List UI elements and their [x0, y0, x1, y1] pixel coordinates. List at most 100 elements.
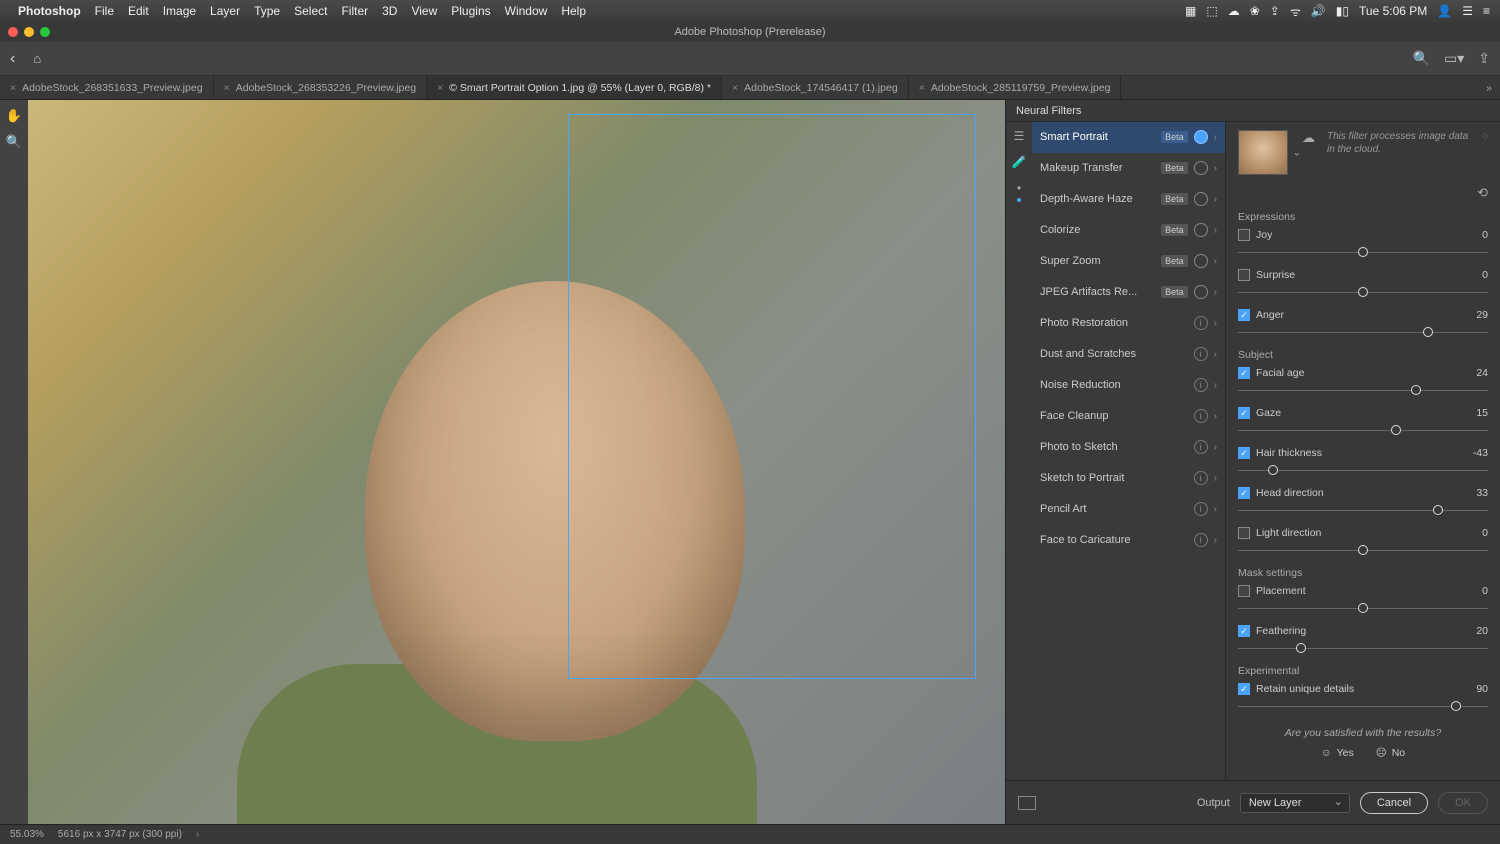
filter-toggle[interactable]	[1194, 254, 1208, 268]
info-icon[interactable]: i	[1194, 471, 1208, 485]
filter-row[interactable]: Noise Reductioni›	[1032, 370, 1225, 401]
slider-knob[interactable]	[1423, 327, 1433, 337]
menu-type[interactable]: Type	[254, 4, 280, 18]
volume-icon[interactable]: 🔊	[1311, 4, 1326, 18]
tabs-overflow-icon[interactable]: »	[1478, 76, 1500, 99]
slider-track[interactable]	[1238, 503, 1488, 517]
slider-checkbox[interactable]	[1238, 229, 1250, 241]
filter-row[interactable]: Photo to Sketchi›	[1032, 432, 1225, 463]
filter-row[interactable]: Sketch to Portraiti›	[1032, 463, 1225, 494]
filter-row[interactable]: Makeup TransferBeta›	[1032, 153, 1225, 184]
status-icon[interactable]: ▦	[1185, 4, 1196, 18]
slider-knob[interactable]	[1268, 465, 1278, 475]
filter-row[interactable]: Super ZoomBeta›	[1032, 246, 1225, 277]
filter-category-icon[interactable]: 🧪	[1011, 154, 1027, 170]
spotlight-icon[interactable]: 👤	[1437, 4, 1452, 18]
share-icon[interactable]: ⇪	[1478, 50, 1490, 67]
filter-category-icon[interactable]: ☰	[1011, 128, 1027, 144]
menu-filter[interactable]: Filter	[341, 4, 368, 18]
menu-plugins[interactable]: Plugins	[451, 4, 490, 18]
slider-knob[interactable]	[1358, 287, 1368, 297]
document-dimensions[interactable]: 5616 px x 3747 px (300 ppi)	[58, 829, 182, 840]
home-icon[interactable]: ⌂	[33, 51, 41, 66]
workspace-switcher-icon[interactable]: ▭▾	[1444, 50, 1464, 67]
clock[interactable]: Tue 5:06 PM	[1359, 4, 1427, 18]
zoom-tool-icon[interactable]: 🔍	[4, 132, 24, 152]
slider-checkbox[interactable]: ✓	[1238, 309, 1250, 321]
status-more-icon[interactable]: ›	[196, 829, 199, 840]
reset-icon[interactable]: ⟲	[1477, 185, 1488, 200]
slider-knob[interactable]	[1296, 643, 1306, 653]
slider-checkbox[interactable]: ✓	[1238, 683, 1250, 695]
filter-row[interactable]: Photo Restorationi›	[1032, 308, 1225, 339]
slider-knob[interactable]	[1358, 545, 1368, 555]
filter-category-icon[interactable]: •	[1011, 180, 1027, 196]
slider-knob[interactable]	[1358, 247, 1368, 257]
face-dropdown-icon[interactable]: ⌄	[1293, 147, 1301, 158]
document-tab[interactable]: ×AdobeStock_174546417 (1).jpeg	[722, 76, 909, 99]
output-select[interactable]: New Layer	[1240, 793, 1350, 813]
filter-row[interactable]: ColorizeBeta›	[1032, 215, 1225, 246]
filter-row[interactable]: Smart PortraitBeta›	[1032, 122, 1225, 153]
menu-file[interactable]: File	[95, 4, 114, 18]
slider-checkbox[interactable]: ✓	[1238, 367, 1250, 379]
document-tab[interactable]: ×© Smart Portrait Option 1.jpg @ 55% (La…	[427, 76, 722, 99]
status-icon[interactable]: ⬚	[1206, 4, 1217, 18]
menu-layer[interactable]: Layer	[210, 4, 240, 18]
face-thumbnail[interactable]: ⌄	[1238, 130, 1288, 175]
slider-knob[interactable]	[1391, 425, 1401, 435]
info-icon[interactable]: i	[1194, 440, 1208, 454]
app-name[interactable]: Photoshop	[18, 4, 81, 18]
menu-3d[interactable]: 3D	[382, 4, 397, 18]
slider-track[interactable]	[1238, 543, 1488, 557]
wifi-icon[interactable]: ᯤ	[1290, 3, 1301, 20]
slider-checkbox[interactable]	[1238, 269, 1250, 281]
slider-checkbox[interactable]: ✓	[1238, 447, 1250, 459]
slider-track[interactable]	[1238, 463, 1488, 477]
document-canvas[interactable]	[28, 100, 1005, 824]
filter-row[interactable]: JPEG Artifacts Re...Beta›	[1032, 277, 1225, 308]
document-tab[interactable]: ×AdobeStock_268351633_Preview.jpeg	[0, 76, 214, 99]
filter-row[interactable]: Depth-Aware HazeBeta›	[1032, 184, 1225, 215]
info-icon[interactable]: i	[1194, 378, 1208, 392]
slider-checkbox[interactable]	[1238, 527, 1250, 539]
control-center-icon[interactable]: ≡	[1483, 4, 1490, 18]
menu-image[interactable]: Image	[163, 4, 196, 18]
menu-select[interactable]: Select	[294, 4, 327, 18]
hand-tool-icon[interactable]: ✋	[4, 106, 24, 126]
menu-help[interactable]: Help	[561, 4, 586, 18]
zoom-level[interactable]: 55.03%	[10, 829, 44, 840]
slider-knob[interactable]	[1411, 385, 1421, 395]
preview-toggle-icon[interactable]	[1018, 796, 1036, 810]
slider-track[interactable]	[1238, 601, 1488, 615]
slider-track[interactable]	[1238, 699, 1488, 713]
slider-track[interactable]	[1238, 383, 1488, 397]
filter-toggle[interactable]	[1194, 223, 1208, 237]
filter-row[interactable]: Pencil Arti›	[1032, 494, 1225, 525]
slider-track[interactable]	[1238, 285, 1488, 299]
cancel-button[interactable]: Cancel	[1360, 792, 1428, 814]
close-tab-icon[interactable]: ×	[919, 82, 925, 94]
menu-edit[interactable]: Edit	[128, 4, 149, 18]
close-tab-icon[interactable]: ×	[437, 82, 443, 94]
close-tab-icon[interactable]: ×	[224, 82, 230, 94]
filter-row[interactable]: Face Cleanupi›	[1032, 401, 1225, 432]
close-tab-icon[interactable]: ×	[10, 82, 16, 94]
close-tab-icon[interactable]: ×	[732, 82, 738, 94]
maximize-window-button[interactable]	[40, 27, 50, 37]
slider-track[interactable]	[1238, 245, 1488, 259]
slider-track[interactable]	[1238, 641, 1488, 655]
document-tab[interactable]: ×AdobeStock_268353226_Preview.jpeg	[214, 76, 428, 99]
battery-icon[interactable]: ▮▯	[1336, 4, 1349, 18]
slider-checkbox[interactable]	[1238, 585, 1250, 597]
status-icon[interactable]: ☁	[1228, 4, 1240, 18]
menu-view[interactable]: View	[411, 4, 437, 18]
filter-row[interactable]: Dust and Scratchesi›	[1032, 339, 1225, 370]
filter-toggle[interactable]	[1194, 285, 1208, 299]
info-icon[interactable]: i	[1194, 316, 1208, 330]
status-icon[interactable]: ❀	[1250, 4, 1260, 18]
filter-toggle[interactable]	[1194, 130, 1208, 144]
filter-toggle[interactable]	[1194, 192, 1208, 206]
slider-checkbox[interactable]: ✓	[1238, 625, 1250, 637]
info-icon[interactable]: i	[1194, 533, 1208, 547]
